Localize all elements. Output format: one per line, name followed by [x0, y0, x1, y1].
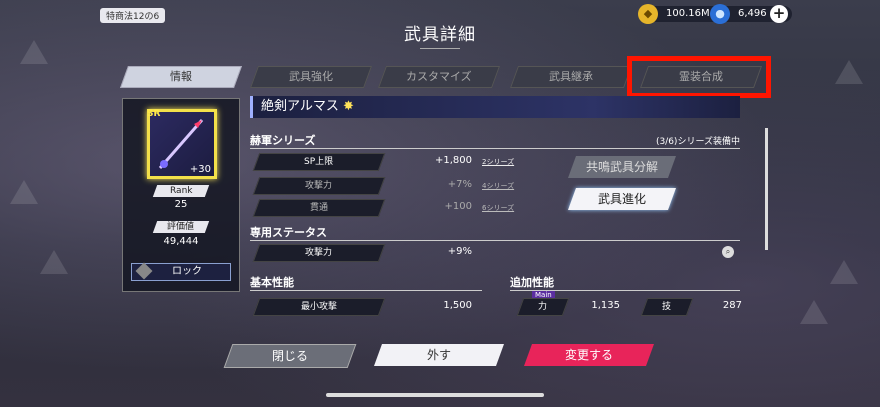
rank-label: Rank	[152, 185, 210, 197]
base-section: 基本性能	[250, 274, 482, 291]
exclusive-stat-value: +9%	[447, 246, 472, 257]
decor-triangle	[835, 60, 863, 84]
lock-icon	[135, 262, 153, 280]
stat-label: SP上限	[252, 153, 386, 171]
series-status: (3/6)シリーズ装備中	[655, 137, 740, 147]
series-requirement: 2シリーズ	[482, 158, 515, 166]
gem-amount: 6,496	[738, 8, 767, 19]
stat-value: +1,800	[434, 155, 472, 166]
rating-label: 評価値	[152, 221, 210, 233]
gem-icon: ●	[710, 4, 730, 24]
weapon-thumbnail[interactable]: SR +30	[147, 109, 217, 179]
weapon-name: 絶剣アルマス	[261, 99, 339, 114]
lock-button[interactable]: ロック	[131, 262, 231, 281]
rating-value: 49,444	[163, 236, 199, 247]
tab-info[interactable]: 情報	[119, 66, 243, 88]
dismantle-button[interactable]: 共鳴武具分解	[567, 156, 677, 178]
home-indicator[interactable]	[326, 393, 544, 397]
close-button[interactable]: 閉じる	[223, 344, 357, 368]
extra-stat-value: 287	[722, 300, 742, 311]
remove-button[interactable]: 外す	[373, 344, 505, 366]
title-decoration	[420, 48, 460, 55]
series-requirement: 6シリーズ	[482, 204, 515, 212]
extra-section: 追加性能	[510, 274, 740, 291]
highlight-box	[627, 56, 771, 98]
rank-value: 25	[174, 199, 188, 210]
star-icon: ✸	[343, 99, 354, 114]
page-title: 武具詳細	[404, 25, 476, 45]
decor-triangle	[10, 180, 38, 204]
stat-label: 貫通	[252, 199, 386, 217]
stat-value: +7%	[447, 179, 472, 190]
base-stat-value: 1,500	[443, 300, 472, 311]
extra-title: 追加性能	[510, 276, 554, 289]
base-title: 基本性能	[250, 276, 294, 289]
tab-customize[interactable]: カスタマイズ	[377, 66, 501, 88]
tab-inherit[interactable]: 武具継承	[509, 66, 633, 88]
decor-triangle	[830, 260, 858, 284]
zoom-icon[interactable]: ⌕	[722, 246, 734, 258]
stat-value: +100	[444, 201, 472, 212]
series-section: 赫軍シリーズ (3/6)シリーズ装備中	[250, 132, 740, 149]
gold-icon: ◆	[638, 4, 658, 24]
evolve-button[interactable]: 武具進化	[567, 188, 677, 210]
lock-label: ロック	[172, 266, 202, 277]
exclusive-title: 専用ステータス	[250, 226, 327, 239]
decor-triangle	[40, 250, 68, 274]
enhance-level: +30	[189, 164, 211, 175]
decor-triangle	[800, 300, 828, 324]
base-stat-label: 最小攻撃	[252, 298, 386, 316]
change-button[interactable]: 変更する	[523, 344, 655, 366]
scrollbar[interactable]	[765, 128, 768, 250]
exclusive-section: 専用ステータス	[250, 224, 740, 241]
series-requirement: 4シリーズ	[482, 182, 515, 190]
series-title: 赫軍シリーズ	[250, 134, 316, 147]
extra-stat-value: 1,135	[591, 300, 620, 311]
exclusive-stat-label: 攻撃力	[252, 244, 386, 262]
rarity-label: SR	[147, 109, 161, 119]
stat-label: 攻撃力	[252, 177, 386, 195]
tab-enhance[interactable]: 武具強化	[249, 66, 373, 88]
add-gems-button[interactable]: +	[770, 5, 788, 23]
weapon-name-bar: 絶剣アルマス ✸	[250, 96, 740, 118]
weapon-card: SR +30 Rank 25 評価値 49,444 ロック	[122, 98, 240, 292]
gold-amount: 100.16M	[666, 8, 710, 19]
